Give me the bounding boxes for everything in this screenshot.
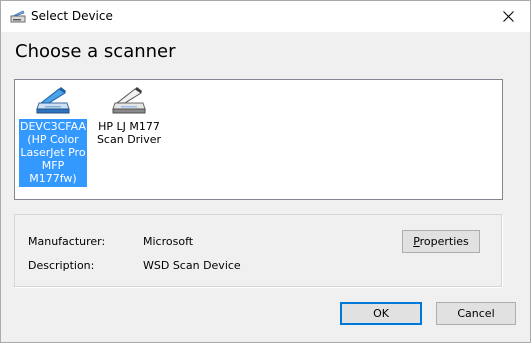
device-label: DEVC3CFAA (HP Color LaserJet Pro MFP M17… [19,119,87,187]
device-info-panel: Manufacturer: Microsoft Description: WSD… [14,214,503,288]
page-title: Choose a scanner [15,41,176,62]
close-button[interactable] [486,1,530,32]
list-item-devc3cfaa[interactable]: DEVC3CFAA (HP Color LaserJet Pro MFP M17… [19,85,87,187]
scanner-icon [111,85,147,115]
list-item-hp-lj-m177[interactable]: HP LJ M177 Scan Driver [95,85,163,148]
close-icon [502,11,514,22]
ok-button[interactable]: OK [340,302,422,325]
scanner-icon [10,9,26,23]
cancel-button[interactable]: Cancel [436,302,516,325]
select-device-dialog: Select Device Choose a scanner DEVC3CFAA… [0,0,531,343]
properties-button-label: roperties [419,235,469,248]
scanner-list[interactable]: DEVC3CFAA (HP Color LaserJet Pro MFP M17… [14,79,503,200]
description-label: Description: [28,259,95,272]
manufacturer-value: Microsoft [143,235,194,248]
scanner-icon [35,85,71,115]
properties-button[interactable]: Properties [402,230,480,253]
device-label: HP LJ M177 Scan Driver [96,120,162,146]
manufacturer-label: Manufacturer: [28,235,106,248]
window-title: Select Device [31,9,113,23]
description-value: WSD Scan Device [143,259,241,272]
title-bar[interactable]: Select Device [1,1,530,32]
